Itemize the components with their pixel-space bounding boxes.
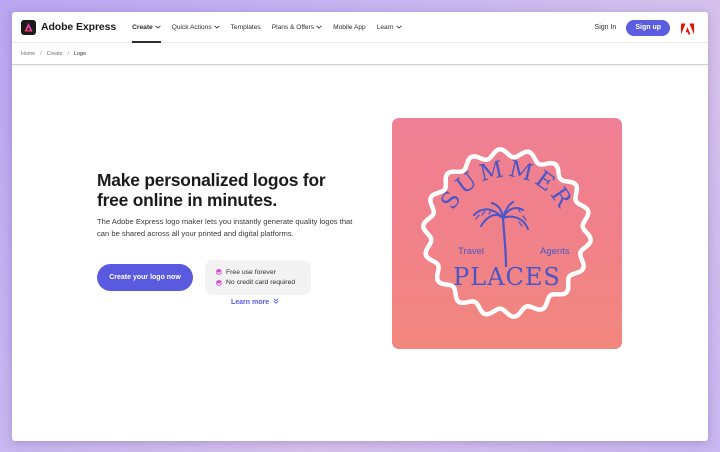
nav-item-label: Mobile App (333, 23, 366, 31)
logo-artwork-graphic: SUMMER Travel Agents PLACES (421, 147, 593, 319)
chevron-down-icon (155, 24, 161, 31)
main-nav: Create Quick Actions Templates Plans & O… (132, 12, 412, 43)
perks-box: Free use forever No credit card required (205, 260, 311, 295)
browser-window: Adobe Express Create Quick Actions Templ… (12, 12, 708, 441)
brand[interactable]: Adobe Express (21, 19, 117, 35)
double-chevron-down-icon (273, 298, 279, 306)
nav-item-learn[interactable]: Learn (377, 12, 402, 43)
logo-bottom-text: PLACES (453, 263, 561, 291)
learn-more-label: Learn more (231, 298, 270, 306)
logo-left-text: Travel (458, 246, 484, 257)
chevron-down-icon (316, 24, 322, 31)
site-header: Adobe Express Create Quick Actions Templ… (12, 12, 708, 43)
nav-item-label: Plans & Offers (271, 23, 315, 31)
adobe-express-logo-icon (21, 19, 36, 35)
chevron-down-icon (213, 24, 220, 31)
nav-item-templates[interactable]: Templates (231, 12, 261, 43)
perk-label: No credit card required (226, 279, 296, 287)
brand-name: Adobe Express (41, 21, 117, 33)
breadcrumb-separator: / (40, 50, 42, 57)
nav-item-create[interactable]: Create (132, 12, 161, 43)
logo-artwork: SUMMER Travel Agents PLACES (392, 118, 622, 349)
hero-description: The Adobe Express logo maker lets you in… (97, 217, 353, 238)
nav-item-label: Quick Actions (171, 23, 212, 31)
create-logo-button[interactable]: Create your logo now (97, 264, 193, 291)
breadcrumb-home[interactable]: Home (21, 51, 35, 57)
nav-item-mobile-app[interactable]: Mobile App (333, 12, 366, 43)
breadcrumb-separator: / (67, 50, 70, 57)
nav-item-quick-actions[interactable]: Quick Actions (172, 12, 220, 43)
breadcrumb-current: Logo (74, 50, 86, 57)
sign-up-button[interactable]: Sign up (626, 19, 670, 36)
nav-item-label: Create (132, 23, 153, 31)
nav-item-label: Learn (376, 23, 394, 31)
header-actions: Sign In Sign up (595, 12, 694, 43)
perk-item: Free use forever (216, 267, 311, 278)
perk-item: No credit card required (216, 278, 311, 289)
nav-item-plans-offers[interactable]: Plans & Offers (272, 12, 322, 43)
nav-item-label: Templates (230, 23, 261, 31)
check-circle-icon (216, 269, 222, 276)
breadcrumb: Home / Create / Logo (12, 43, 708, 65)
page-title: Make personalized logos for free online … (97, 170, 326, 210)
sign-in-link[interactable]: Sign In (595, 24, 617, 31)
perk-label: Free use forever (226, 268, 276, 276)
learn-more-link[interactable]: Learn more (231, 298, 279, 306)
chevron-down-icon (395, 24, 402, 31)
logo-right-text: Agents (540, 246, 570, 257)
check-circle-icon (216, 279, 222, 286)
breadcrumb-create[interactable]: Create (47, 51, 63, 57)
adobe-logo-icon[interactable] (681, 22, 694, 34)
